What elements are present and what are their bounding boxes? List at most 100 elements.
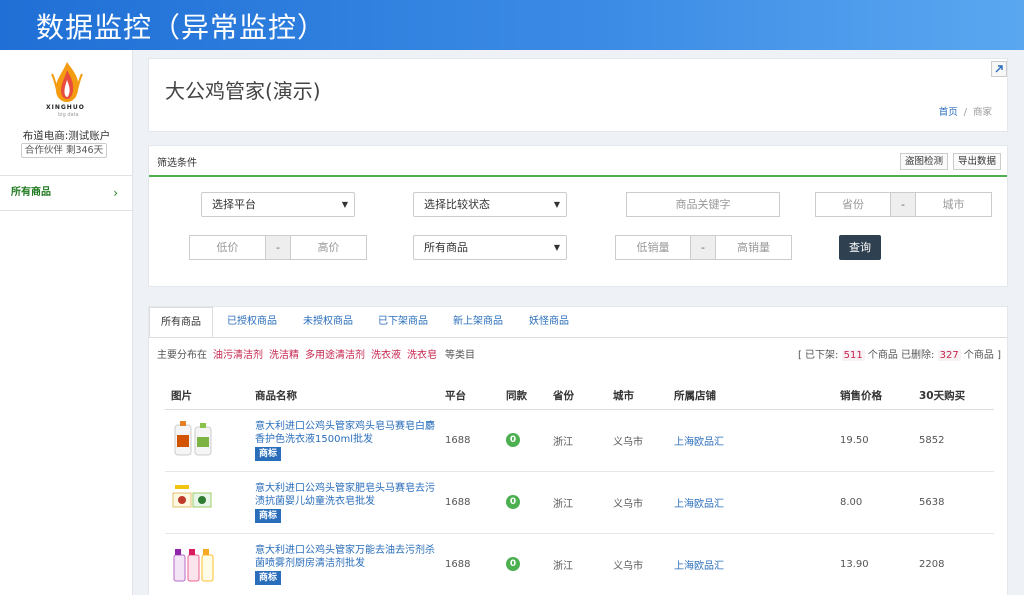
sales-high-input[interactable]: 高销量 bbox=[715, 235, 792, 260]
province-cell: 浙江 bbox=[547, 533, 607, 595]
same-count-badge[interactable]: 0 bbox=[506, 495, 520, 509]
sold30-cell: 2208 bbox=[913, 533, 994, 595]
store-header: 大公鸡管家(演示) 首页 / 商家 bbox=[148, 58, 1008, 132]
product-name-cell: 意大利进口公鸡头管家万能去油去污剂杀菌喷雾剂厨房清洁剂批发 商标 bbox=[249, 533, 439, 595]
caret-down-icon: ▼ bbox=[553, 200, 560, 209]
tab-suspicious[interactable]: 妖怪商品 bbox=[519, 307, 579, 337]
category-tag[interactable]: 多用途清洁剂 bbox=[305, 350, 365, 361]
city-cell: 义乌市 bbox=[607, 471, 668, 534]
caret-down-icon: ▼ bbox=[341, 200, 348, 209]
city-cell: 义乌市 bbox=[607, 409, 668, 472]
province-cell: 浙江 bbox=[547, 409, 607, 472]
same-count-badge[interactable]: 0 bbox=[506, 557, 520, 571]
product-name-link[interactable]: 意大利进口公鸡头管家万能去油去污剂杀菌喷雾剂厨房清洁剂批发 bbox=[255, 544, 435, 570]
price-cell: 19.50 bbox=[834, 409, 913, 472]
goods-select[interactable]: 所有商品 ▼ bbox=[413, 235, 567, 260]
product-image-cell bbox=[165, 409, 249, 472]
table-row: 意大利进口公鸡头管家肥皂头马赛皂去污渍抗菌婴儿幼童洗衣皂批发 商标 1688 0… bbox=[165, 471, 994, 534]
same-cell: 0 bbox=[500, 409, 547, 472]
range-dash: - bbox=[691, 235, 715, 260]
shop-link[interactable]: 上海欧品汇 bbox=[674, 499, 724, 510]
tab-all-goods[interactable]: 所有商品 bbox=[149, 307, 213, 337]
products-table: 图片 商品名称 平台 同款 省份 城市 所属店铺 销售价格 30天购买 意大利进… bbox=[165, 382, 994, 595]
store-title: 大公鸡管家(演示) bbox=[165, 79, 321, 103]
brand-logo: XINGHUO big data bbox=[44, 60, 90, 120]
shop-cell: 上海欧品汇 bbox=[668, 471, 834, 534]
platform-select[interactable]: 选择平台 ▼ bbox=[201, 192, 355, 217]
col-image: 图片 bbox=[165, 382, 249, 410]
filter-title: 筛选条件 bbox=[157, 158, 197, 169]
compare-status-select[interactable]: 选择比较状态 ▼ bbox=[413, 192, 567, 217]
sidebar-item-all-goods[interactable]: 所有商品 › bbox=[0, 177, 132, 209]
col-city: 城市 bbox=[607, 382, 668, 410]
platform-cell: 1688 bbox=[439, 533, 500, 595]
keyword-input[interactable]: 商品关键字 bbox=[626, 192, 780, 217]
partner-badge: 合作伙伴 剩346天 bbox=[21, 143, 107, 158]
product-thumbnail-icon[interactable] bbox=[171, 541, 215, 585]
col-province: 省份 bbox=[547, 382, 607, 410]
city-cell: 义乌市 bbox=[607, 533, 668, 595]
province-input[interactable]: 省份 bbox=[815, 192, 891, 217]
sidebar: XINGHUO big data 布道电商:测试账户 合作伙伴 剩346天 所有… bbox=[0, 50, 133, 595]
deleted-count: 327 bbox=[937, 350, 961, 361]
tab-new-listing[interactable]: 新上架商品 bbox=[445, 307, 511, 337]
product-name-cell: 意大利进口公鸡头管家鸡头皂马赛皂白麝香护色洗衣液1500ml批发 商标 bbox=[249, 409, 439, 472]
price-cell: 13.90 bbox=[834, 533, 913, 595]
summary-mid: 个商品 已删除: bbox=[867, 350, 935, 361]
table-header-row: 图片 商品名称 平台 同款 省份 城市 所属店铺 销售价格 30天购买 bbox=[165, 382, 994, 410]
filter-panel: 筛选条件 盗图检测 导出数据 选择平台 ▼ 选择比较状态 ▼ 商品关键字 省份 - … bbox=[148, 145, 1008, 287]
category-tag[interactable]: 洗衣皂 bbox=[407, 350, 437, 361]
range-dash: - bbox=[266, 235, 290, 260]
product-thumbnail-icon[interactable] bbox=[171, 417, 215, 461]
product-image-cell bbox=[165, 533, 249, 595]
distribution-label: 主要分布在 bbox=[157, 350, 207, 361]
category-tag[interactable]: 油污清洁剂 bbox=[213, 350, 263, 361]
sales-low-input[interactable]: 低销量 bbox=[615, 235, 691, 260]
price-high-input[interactable]: 高价 bbox=[290, 235, 367, 260]
trademark-badge: 商标 bbox=[255, 570, 282, 585]
sidebar-item-label: 所有商品 bbox=[11, 187, 51, 198]
category-tag[interactable]: 洗洁精 bbox=[269, 350, 299, 361]
product-image-cell bbox=[165, 471, 249, 534]
summary-suffix: 个商品 ] bbox=[963, 350, 1001, 361]
query-button[interactable]: 查询 bbox=[839, 235, 881, 260]
export-data-button[interactable]: 导出数据 bbox=[953, 153, 1002, 170]
caret-down-icon: ▼ bbox=[553, 243, 560, 252]
goods-select-value: 所有商品 bbox=[424, 241, 468, 254]
account-name: 布道电商:测试账户 bbox=[22, 130, 111, 142]
col-sold30: 30天购买 bbox=[913, 382, 994, 410]
city-input[interactable]: 城市 bbox=[915, 192, 992, 217]
sold30-cell: 5852 bbox=[913, 409, 994, 472]
price-low-input[interactable]: 低价 bbox=[189, 235, 266, 260]
product-thumbnail-icon[interactable] bbox=[171, 479, 215, 523]
sidebar-divider bbox=[0, 210, 132, 211]
logo-brand-text: XINGHUO bbox=[46, 104, 85, 111]
summary-prefix: [ 已下架: bbox=[797, 350, 839, 361]
breadcrumb-current: 商家 bbox=[972, 107, 992, 118]
product-name-cell: 意大利进口公鸡头管家肥皂头马赛皂去污渍抗菌婴儿幼童洗衣皂批发 商标 bbox=[249, 471, 439, 534]
filter-header: 筛选条件 盗图检测 导出数据 bbox=[149, 146, 1007, 177]
compare-select-value: 选择比较状态 bbox=[424, 198, 490, 211]
same-count-badge[interactable]: 0 bbox=[506, 433, 520, 447]
page-title: 数据监控（异常监控） bbox=[36, 11, 327, 44]
shop-cell: 上海欧品汇 bbox=[668, 409, 834, 472]
shop-link[interactable]: 上海欧品汇 bbox=[674, 437, 724, 448]
tab-unauthorized[interactable]: 未授权商品 bbox=[295, 307, 361, 337]
platform-cell: 1688 bbox=[439, 409, 500, 472]
product-name-link[interactable]: 意大利进口公鸡头管家鸡头皂马赛皂白麝香护色洗衣液1500ml批发 bbox=[255, 420, 435, 446]
col-price: 销售价格 bbox=[834, 382, 913, 410]
category-tag[interactable]: 洗衣液 bbox=[371, 350, 401, 361]
sold30-cell: 5638 bbox=[913, 471, 994, 534]
shop-link[interactable]: 上海欧品汇 bbox=[674, 561, 724, 572]
product-name-link[interactable]: 意大利进口公鸡头管家肥皂头马赛皂去污渍抗菌婴儿幼童洗衣皂批发 bbox=[255, 482, 435, 508]
tab-authorized[interactable]: 已授权商品 bbox=[219, 307, 285, 337]
tab-offline[interactable]: 已下架商品 bbox=[370, 307, 436, 337]
expand-icon[interactable] bbox=[991, 61, 1007, 77]
flame-logo-icon bbox=[51, 62, 83, 102]
trademark-badge: 商标 bbox=[255, 446, 282, 461]
piracy-check-button[interactable]: 盗图检测 bbox=[900, 153, 949, 170]
col-name: 商品名称 bbox=[249, 382, 439, 410]
category-distribution: 主要分布在 油污清洁剂 洗洁精 多用途清洁剂 洗衣液 洗衣皂 等类目 bbox=[157, 346, 475, 361]
distribution-tail: 等类目 bbox=[445, 350, 475, 361]
breadcrumb-home-link[interactable]: 首页 bbox=[939, 107, 958, 118]
